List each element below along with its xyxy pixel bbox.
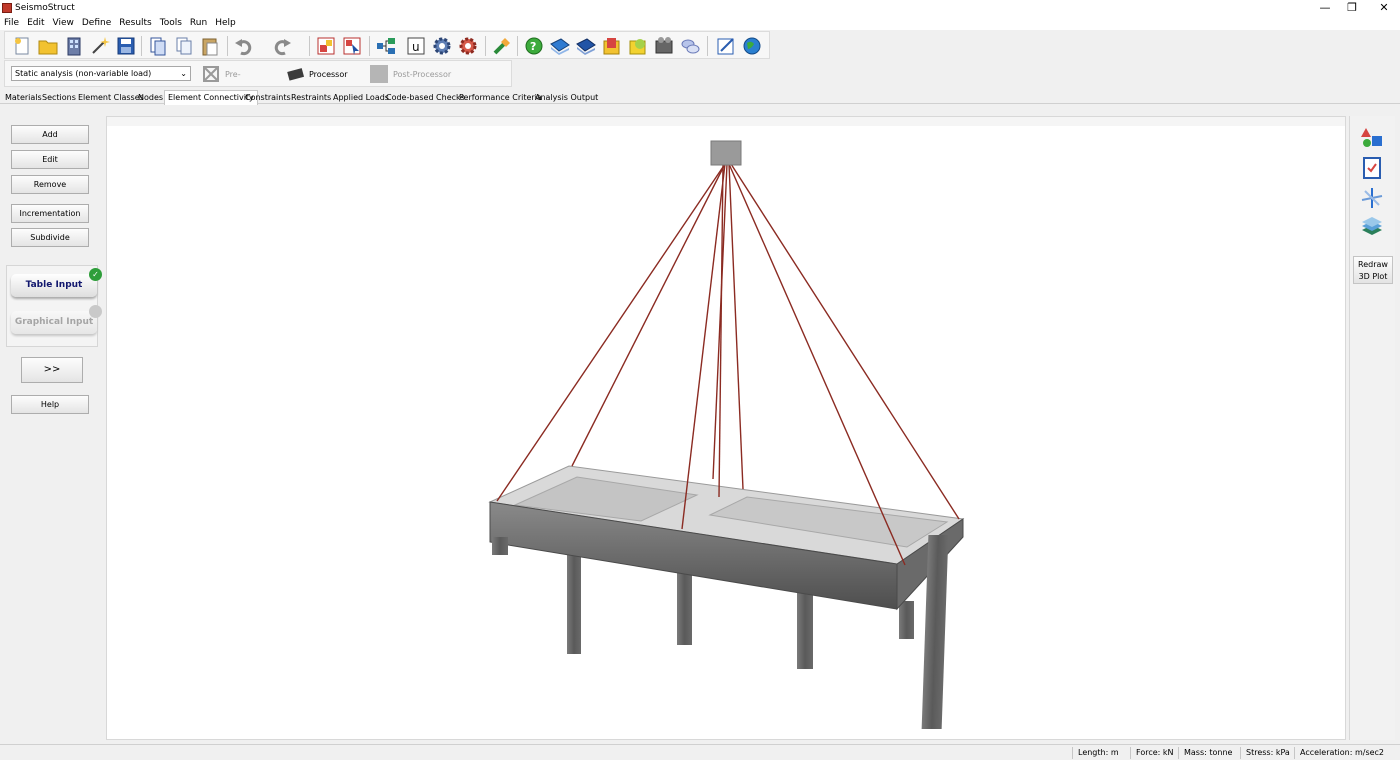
pre-processor-icon [203,66,219,82]
add-button[interactable]: Add [11,125,89,144]
graphical-input-label: Graphical Input [14,317,94,327]
cable-anchor-node [710,140,742,166]
processor-button[interactable]: Processor [285,64,355,85]
checklist-icon[interactable] [1360,156,1384,180]
tab-nodes[interactable]: Nodes [135,91,166,104]
svg-text:u: u [412,40,420,54]
subdivide-button[interactable]: Subdivide [11,228,89,247]
redraw-3d-plot-button[interactable]: Redraw 3D Plot [1353,256,1393,284]
hierarchy-icon[interactable] [375,35,397,57]
right-view-panel: Redraw 3D Plot [1349,116,1395,740]
redraw-label-line2: 3D Plot [1358,272,1388,281]
column [567,542,581,654]
3d-model-viewport[interactable] [106,116,1346,740]
open-folder-icon[interactable] [37,35,59,57]
close-icon[interactable]: ✕ [1369,0,1399,16]
menu-run[interactable]: Run [186,16,211,30]
column [797,587,813,669]
help-button[interactable]: Help [11,395,89,414]
redraw-label-line1: Redraw [1358,260,1388,269]
restore-icon[interactable]: ❐ [1337,0,1367,16]
minimize-icon[interactable]: — [1310,0,1340,16]
processor-label: Processor [309,70,348,79]
help-circle-icon[interactable]: ? [523,35,545,57]
app-logo-icon [2,3,12,13]
new-file-icon[interactable] [11,35,33,57]
analysis-mode-bar: Static analysis (non-variable load) ⌄ Pr… [4,60,512,100]
wizard-icon[interactable] [89,35,111,57]
window-title: SeismoStruct [15,3,75,13]
layers-icon[interactable] [1360,216,1384,240]
analysis-type-select[interactable]: Static analysis (non-variable load) ⌄ [11,66,191,81]
table-input-label: Table Input [25,280,83,290]
tab-sections[interactable]: Sections [39,91,79,104]
column [899,601,914,639]
menu-tools[interactable]: Tools [156,16,186,30]
status-acceleration-unit: Acceleration: m/sec2 [1300,748,1385,757]
units-icon[interactable]: u [405,35,427,57]
status-length-unit: Length: m [1078,748,1119,757]
settings-gear-icon[interactable] [431,35,453,57]
chevron-down-icon: ⌄ [180,69,187,78]
processor-chip-icon [287,68,305,81]
select-grid-icon[interactable] [341,35,363,57]
redo-icon[interactable] [271,35,293,57]
copy-icon[interactable] [173,35,195,57]
unchecked-circle-icon [89,305,102,318]
menu-bar: File Edit View Define Results Tools Run Help [0,16,1400,30]
menu-edit[interactable]: Edit [23,16,48,30]
status-force-unit: Force: kN [1136,748,1174,757]
status-mass-unit: Mass: tonne [1184,748,1233,757]
menu-help[interactable]: Help [211,16,240,30]
notes-edit-icon[interactable] [715,35,737,57]
structure-3d-plot [488,140,965,729]
svg-text:?: ? [530,40,536,53]
post-processor-icon [370,65,388,83]
menu-view[interactable]: View [49,16,78,30]
status-stress-unit: Stress: kPa [1246,748,1290,757]
brush-icon[interactable] [491,35,513,57]
tab-constraints[interactable]: Constraints [242,91,294,104]
expand-panel-button[interactable]: >> [21,357,83,383]
left-command-panel: Add Edit Remove Incrementation Subdivide… [4,116,102,740]
cut-icon[interactable] [147,35,169,57]
grid-icon[interactable] [315,35,337,57]
advanced-settings-icon[interactable] [457,35,479,57]
column [677,567,692,645]
shapes-view-icon[interactable] [1360,126,1384,150]
remove-button[interactable]: Remove [11,175,89,194]
graphical-input-toggle[interactable]: Graphical Input [11,305,102,334]
menu-define[interactable]: Define [78,16,115,30]
menu-file[interactable]: File [0,16,23,30]
main-toolbar: u ? [4,31,770,59]
verification-icon[interactable] [627,35,649,57]
building-icon[interactable] [63,35,85,57]
menu-results[interactable]: Results [115,16,156,30]
tutorial-book-icon[interactable] [575,35,597,57]
checkmark-icon: ✓ [89,268,102,281]
web-globe-icon[interactable] [741,35,763,57]
paste-icon[interactable] [199,35,221,57]
manual-book-icon[interactable] [549,35,571,57]
analysis-type-value: Static analysis (non-variable load) [15,69,152,78]
tab-analysis-output[interactable]: Analysis Output [532,91,601,104]
pre-processor-button[interactable]: Pre-Processor [201,64,279,100]
examples-folder-icon[interactable] [601,35,623,57]
post-processor-button[interactable]: Post-Processor [369,64,459,85]
save-icon[interactable] [115,35,137,57]
title-bar: SeismoStruct — ❐ ✕ [0,0,1400,16]
forum-chat-icon[interactable] [679,35,701,57]
post-processor-label: Post-Processor [393,70,452,79]
tab-restraints[interactable]: Restraints [288,91,334,104]
status-bar: Length: m Force: kN Mass: tonne Stress: … [0,744,1400,760]
module-tabs: Materials Sections Element Classes Nodes… [0,90,1400,105]
input-mode-group: Table Input ✓ Graphical Input [6,265,102,347]
table-input-toggle[interactable]: Table Input ✓ [11,268,102,297]
incrementation-button[interactable]: Incrementation [11,204,89,223]
undo-icon[interactable] [233,35,255,57]
edit-button[interactable]: Edit [11,150,89,169]
video-tutorial-icon[interactable] [653,35,675,57]
axes-icon[interactable] [1360,186,1384,210]
